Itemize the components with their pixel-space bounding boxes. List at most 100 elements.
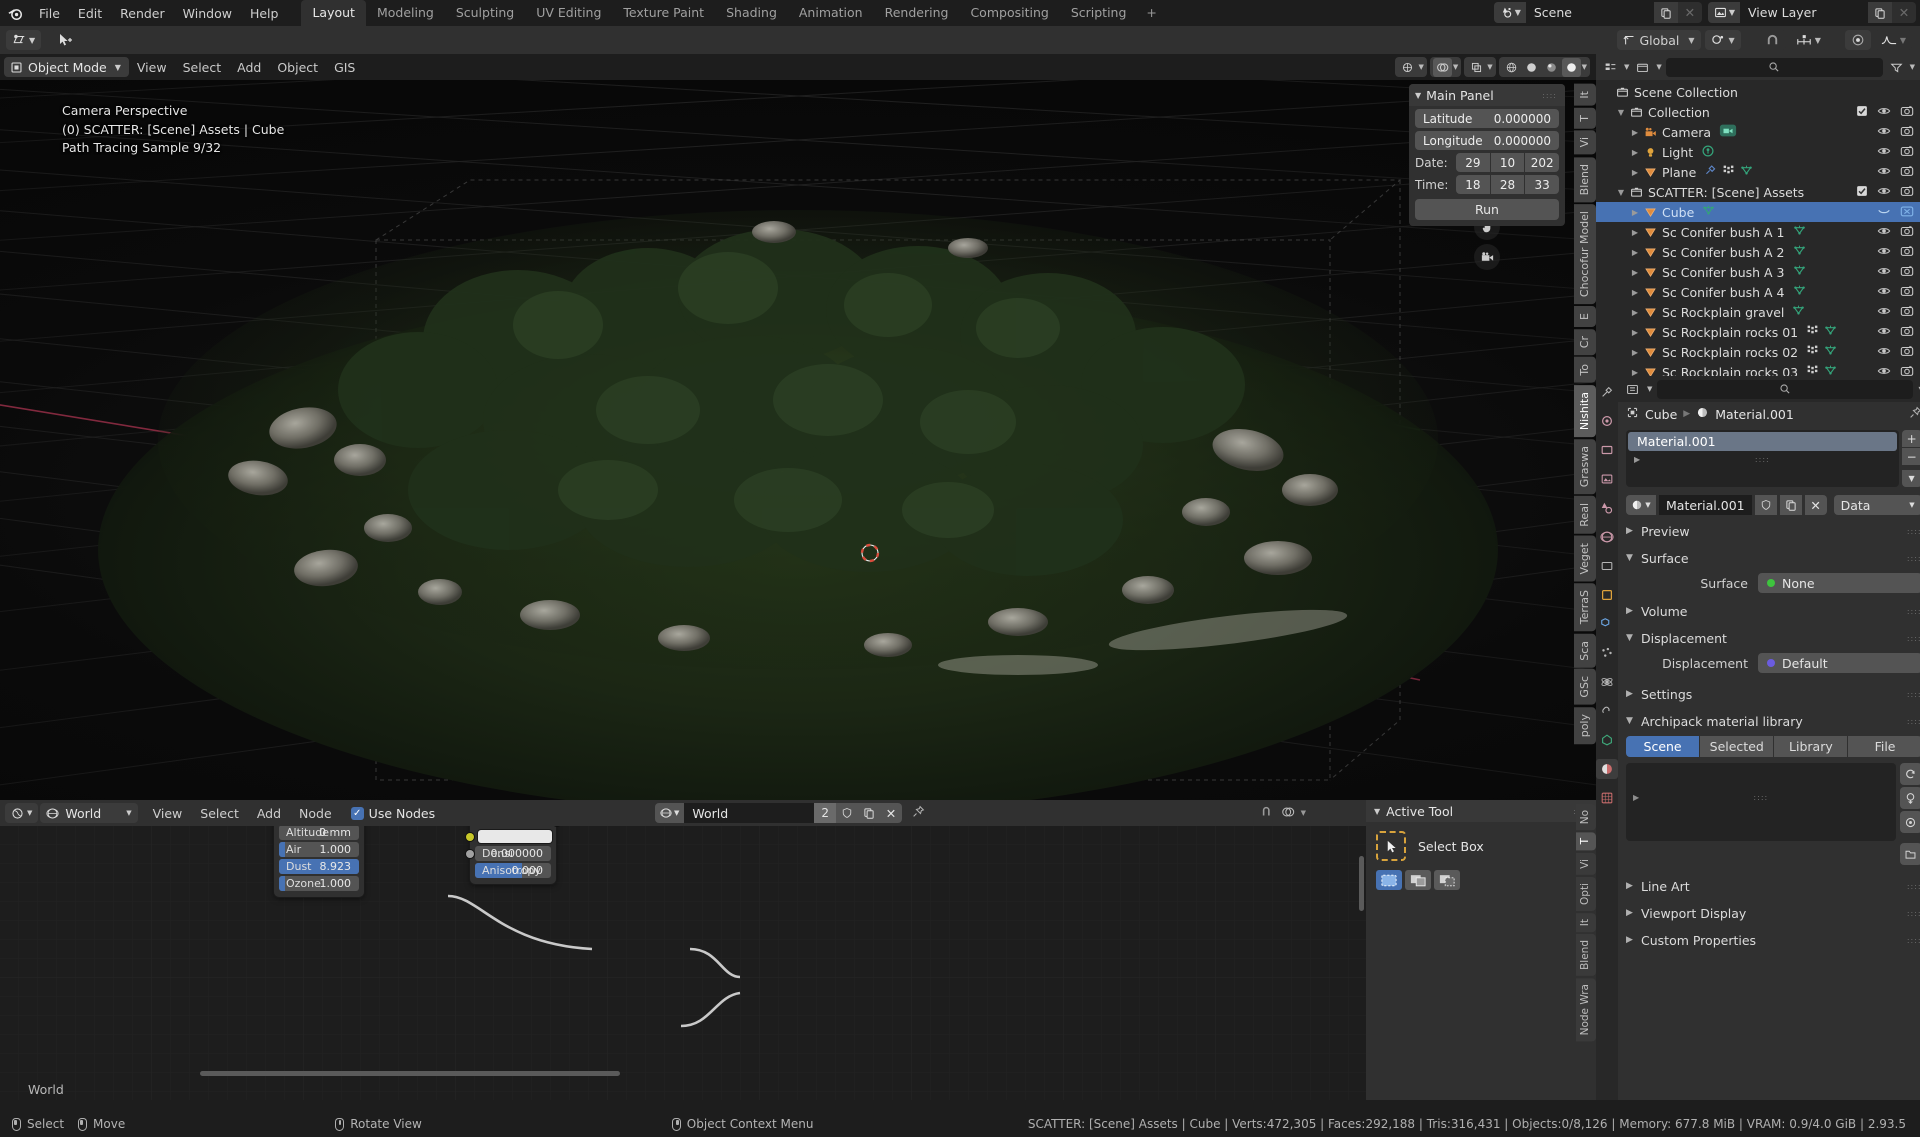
shader-menu-node[interactable]: Node — [290, 803, 341, 824]
material-preview-icon[interactable] — [1542, 58, 1561, 77]
delete-view-layer-button[interactable]: ✕ — [1892, 2, 1916, 23]
remove-material-slot-button[interactable]: − — [1901, 448, 1920, 465]
scene-selector[interactable]: ▼ Scene ✕ — [1493, 2, 1702, 23]
viewport-tab-vi[interactable]: Vi — [1574, 130, 1596, 155]
tab-object[interactable] — [1596, 585, 1618, 605]
latitude-field[interactable]: Latitude 0.000000 — [1415, 109, 1559, 128]
viewport-tab-blend[interactable]: Blend — [1574, 156, 1596, 202]
node-sky-texture[interactable]: ▼Sky TextureColorNishita▼✓Sun DiscSun Si… — [274, 826, 364, 897]
workspace-tab-animation[interactable]: Animation — [788, 0, 874, 26]
particles-icon[interactable] — [1806, 344, 1819, 360]
custom-properties-panel-header[interactable]: ▶ Custom Properties :::: — [1618, 929, 1920, 951]
refresh-materials-button[interactable] — [1899, 763, 1920, 785]
add-workspace-button[interactable]: + — [1137, 0, 1165, 26]
shader-menu-select[interactable]: Select — [191, 803, 248, 824]
view-layer-selector[interactable]: ▼ View Layer ✕ — [1707, 2, 1916, 23]
disable-in-renders-icon[interactable] — [1900, 124, 1914, 141]
snap-magnet-icon[interactable] — [1758, 30, 1786, 50]
world-datablock[interactable]: ▼ World 2 ✕ — [655, 803, 903, 823]
expand-triangle-icon[interactable]: ▶ — [1626, 935, 1635, 945]
disable-in-renders-icon[interactable] — [1900, 284, 1914, 301]
pivot-point-dropdown[interactable]: ▼ — [1704, 30, 1741, 50]
particles-icon[interactable] — [1806, 364, 1819, 376]
object-mode-dropdown[interactable]: Object Mode ▼ — [4, 57, 129, 77]
hide-in-viewport-icon[interactable] — [1877, 104, 1891, 121]
select-extend-mode-button[interactable] — [1405, 870, 1431, 890]
viewport-3d[interactable]: Object Mode ▼ View Select Add Object GIS ▼ ▼ — [0, 54, 1596, 800]
outliner-row-sc-rockplain-rocks-01[interactable]: ▶ Sc Rockplain rocks 01 — [1596, 322, 1920, 342]
viewport-menu-gis[interactable]: GIS — [326, 57, 363, 78]
disable-in-renders-icon[interactable] — [1900, 324, 1914, 341]
expand-triangle-icon[interactable]: ▶ — [1628, 228, 1642, 237]
cursor-move-icon[interactable] — [51, 30, 80, 50]
viewport-menu-select[interactable]: Select — [175, 57, 230, 78]
disable-in-renders-icon[interactable] — [1900, 264, 1914, 281]
collapse-triangle-icon[interactable]: ▼ — [1614, 108, 1628, 117]
camera-view-icon[interactable] — [1474, 244, 1500, 270]
select-box-icon[interactable] — [1376, 831, 1406, 861]
time-second-field[interactable]: 33 — [1525, 175, 1559, 194]
expand-triangle-icon[interactable]: ▶ — [1628, 128, 1642, 137]
expand-triangle-icon[interactable]: ▶ — [1628, 208, 1642, 217]
disable-in-renders-icon[interactable] — [1900, 204, 1914, 221]
outliner-tree[interactable]: Scene Collection ▼ Collection ▶ Camera ▶ Light… — [1596, 80, 1920, 376]
node-field-densi[interactable]: Densi 0.000000 — [465, 846, 551, 861]
hide-in-viewport-icon[interactable] — [1877, 184, 1891, 201]
collapse-triangle-icon[interactable]: ▼ — [1626, 553, 1635, 563]
world-browse-icon[interactable]: ▼ — [655, 803, 685, 823]
tab-view-layer[interactable] — [1596, 469, 1618, 489]
collapse-triangle-icon[interactable]: ▼ — [1614, 188, 1628, 197]
viewport-tab-veget[interactable]: Veget — [1574, 535, 1596, 582]
viewport-tab-sca[interactable]: Sca — [1574, 633, 1596, 668]
tab-data[interactable] — [1596, 730, 1618, 750]
visibility-options[interactable]: ▼ — [1395, 57, 1427, 77]
outliner-row-sc-rockplain-gravel[interactable]: ▶ Sc Rockplain gravel — [1596, 302, 1920, 322]
tab-collection[interactable] — [1596, 556, 1618, 576]
node-input-color[interactable]: Color — [465, 829, 556, 844]
menu-file[interactable]: File — [30, 3, 69, 24]
node-canvas[interactable]: ▼Sky TextureColorNishita▼✓Sun DiscSun Si… — [0, 826, 1366, 1100]
time-hour-field[interactable]: 18 — [1456, 175, 1490, 194]
scene-name[interactable]: Scene — [1525, 2, 1654, 23]
pin-icon[interactable] — [1909, 406, 1920, 422]
outliner-row-sc-conifer-bush-a-3[interactable]: ▶ Sc Conifer bush A 3 — [1596, 262, 1920, 282]
hide-in-viewport-icon[interactable] — [1877, 324, 1891, 341]
node-volume-scatter[interactable]: ▼Volume ScatterVolumeColorDensi0.000000A… — [465, 826, 556, 884]
node-editor-sidebar[interactable]: ▼ Active Tool :::: Select Box NoTViOptiI… — [1366, 800, 1596, 1100]
mesh-data-icon[interactable] — [1793, 284, 1806, 300]
camera-data-icon[interactable] — [1719, 123, 1737, 141]
color-swatch[interactable] — [478, 830, 552, 843]
overlays-icon[interactable] — [1281, 805, 1295, 822]
socket-dot[interactable] — [465, 832, 474, 841]
overlays-icon[interactable] — [1432, 57, 1452, 77]
select-subtract-mode-button[interactable] — [1434, 870, 1460, 890]
wireframe-shading-icon[interactable] — [1502, 58, 1521, 77]
outliner-row-sc-rockplain-rocks-02[interactable]: ▶ Sc Rockplain rocks 02 — [1596, 342, 1920, 362]
workspace-tab-modeling[interactable]: Modeling — [366, 0, 445, 26]
disable-in-renders-icon[interactable] — [1900, 104, 1914, 121]
viewport-tab-graswa[interactable]: Graswa — [1574, 438, 1596, 495]
disable-in-renders-icon[interactable] — [1900, 344, 1914, 361]
tab-tool[interactable] — [1596, 382, 1618, 402]
disable-in-renders-icon[interactable] — [1900, 144, 1914, 161]
node-sidebar-tab-node-wra[interactable]: Node Wra — [1576, 977, 1596, 1042]
material-slot-item[interactable]: Material.001 — [1628, 432, 1897, 451]
surface-panel-header[interactable]: ▼ Surface :::: — [1618, 547, 1920, 569]
blender-logo-icon[interactable] — [0, 0, 30, 26]
viewport-n-panel[interactable]: ▼ Main Panel :::: Latitude 0.000000 Long… — [1409, 84, 1565, 226]
node-sidebar-tab-vi[interactable]: Vi — [1576, 852, 1596, 875]
hide-in-viewport-icon[interactable] — [1877, 224, 1891, 241]
active-tool-row[interactable]: Select Box — [1366, 822, 1596, 870]
viewport-tab-it[interactable]: It — [1574, 84, 1596, 106]
xray-options[interactable]: ▼ — [1464, 57, 1496, 77]
outliner-row-scatter-scene-assets[interactable]: ▼ SCATTER: [Scene] Assets — [1596, 182, 1920, 202]
show-gizmo-icon[interactable] — [1398, 58, 1417, 77]
viewport-menu-object[interactable]: Object — [269, 57, 326, 78]
longitude-field[interactable]: Longitude 0.000000 — [1415, 131, 1559, 150]
node-sidebar-tab-t[interactable]: T — [1576, 832, 1596, 851]
workspace-tab-shading[interactable]: Shading — [715, 0, 788, 26]
line-art-panel-header[interactable]: ▶ Line Art :::: — [1618, 875, 1920, 897]
collection-checkbox[interactable] — [1856, 105, 1868, 120]
proportional-falloff-dropdown[interactable]: ▼ — [1874, 30, 1912, 50]
expand-triangle-icon[interactable]: ▶ — [1628, 168, 1642, 177]
